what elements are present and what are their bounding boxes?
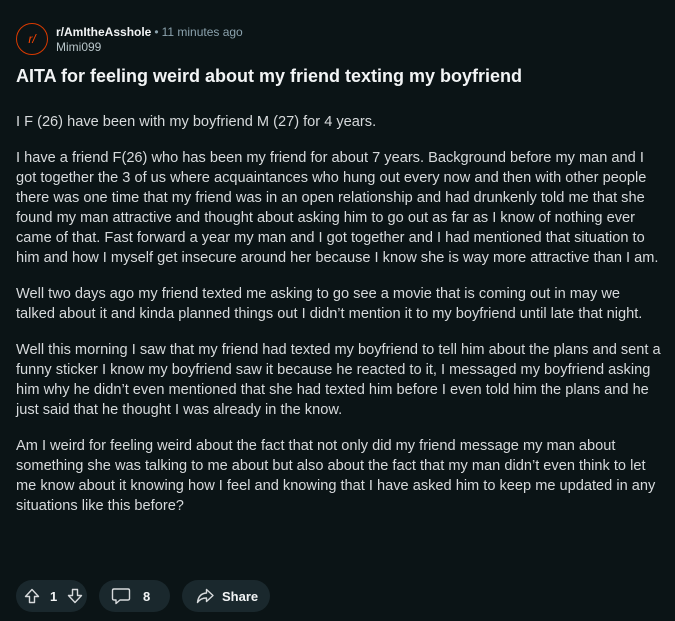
subreddit-link[interactable]: r/AmItheAsshole <box>56 25 151 39</box>
subreddit-avatar[interactable]: r/ <box>16 23 48 55</box>
vote-count: 1 <box>50 588 58 604</box>
post-paragraph: I F (26) have been with my boyfriend M (… <box>16 114 377 130</box>
share-label: Share <box>222 588 259 604</box>
post-title[interactable]: AITA for feeling weird about my friend t… <box>16 64 661 88</box>
post-paragraph: I have a friend F(26) who has been my fr… <box>16 150 659 266</box>
author-link[interactable]: Mimi099 <box>56 40 243 55</box>
post-meta: r/ r/AmItheAsshole • 11 minutes ago Mimi09… <box>16 20 661 60</box>
post-meta-text: r/AmItheAsshole • 11 minutes ago Mimi099 <box>56 24 243 55</box>
share-button[interactable]: Share <box>182 580 270 612</box>
post-paragraph: Well this morning I saw that my friend h… <box>16 342 661 418</box>
downvote-arrow-icon[interactable] <box>67 588 83 604</box>
post: r/ r/AmItheAsshole • 11 minutes ago Mimi09… <box>16 20 661 532</box>
comment-bubble-icon <box>111 587 131 605</box>
post-body: I F (26) have been with my boyfriend M (… <box>16 112 661 516</box>
post-time: 11 minutes ago <box>161 25 243 39</box>
post-paragraph: Well two days ago my friend texted me as… <box>16 286 643 322</box>
comments-button[interactable]: 8 <box>99 580 170 612</box>
share-arrow-icon <box>196 588 214 604</box>
upvote-arrow-icon[interactable] <box>24 588 40 604</box>
post-actions: 1 8 Share <box>16 580 270 612</box>
meta-separator: • <box>154 25 159 39</box>
post-paragraph: Am I weird for feeling weird about the f… <box>16 438 656 514</box>
vote-control: 1 <box>16 580 87 612</box>
comment-count: 8 <box>143 588 151 604</box>
